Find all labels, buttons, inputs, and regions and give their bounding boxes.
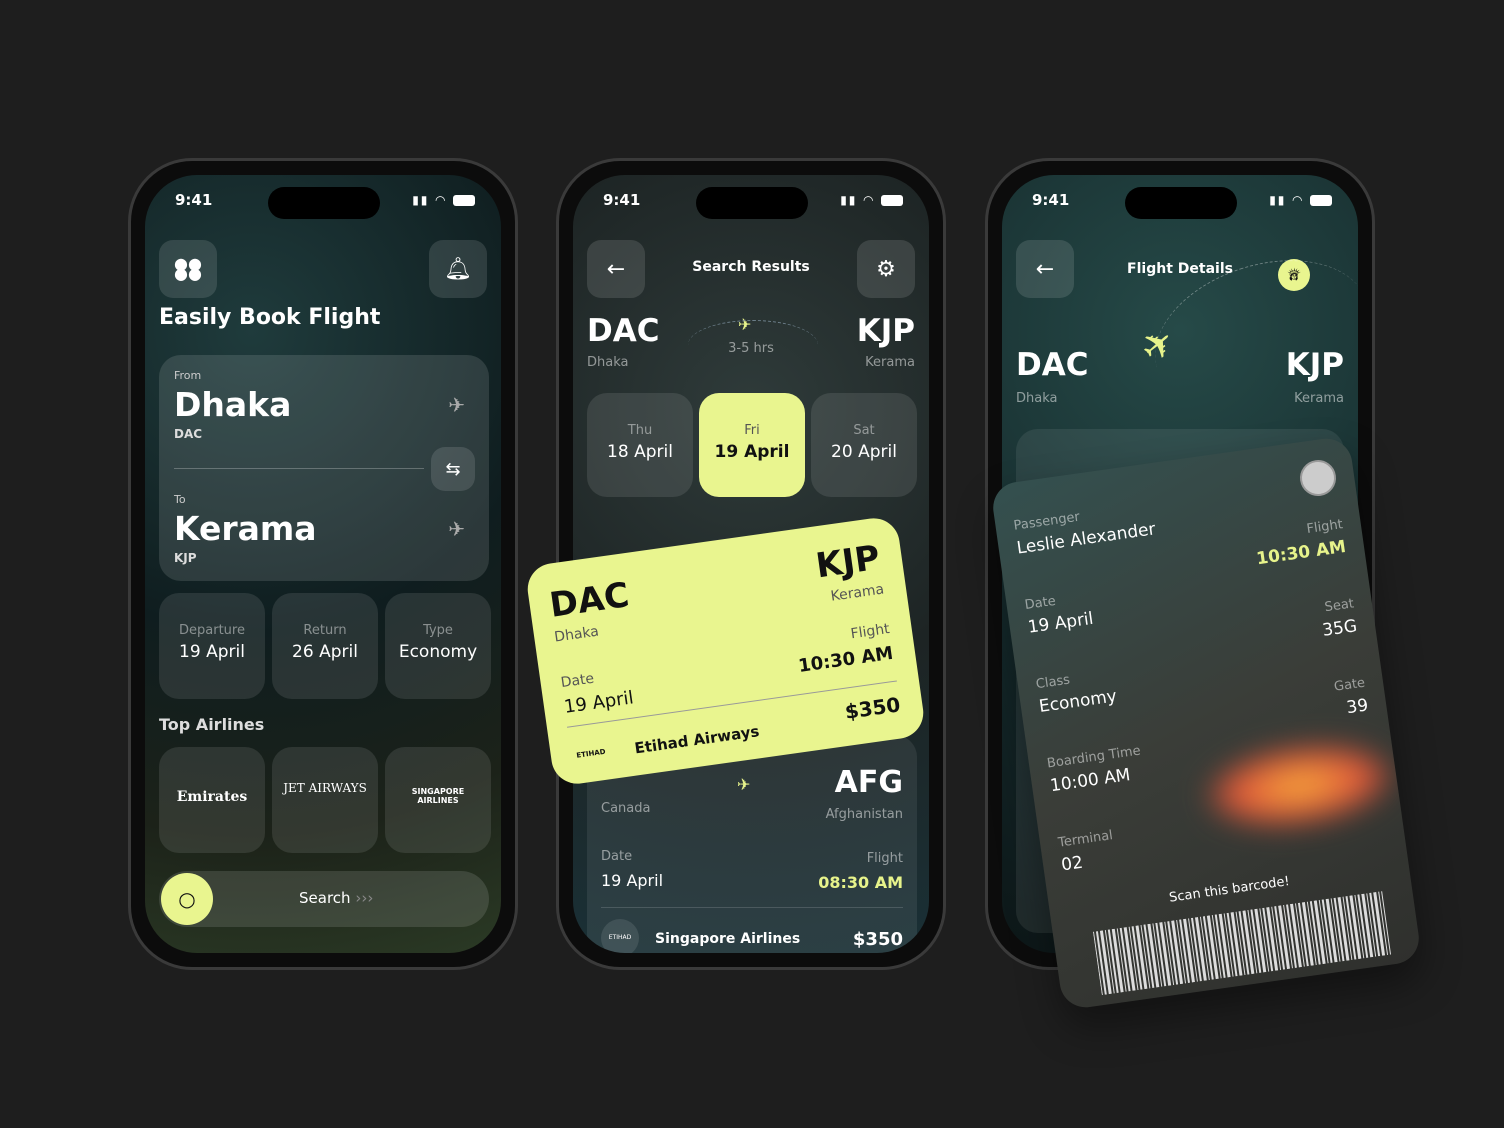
to-city: Afghanistan bbox=[825, 807, 903, 822]
airline-logo: ETIHAD bbox=[601, 919, 639, 953]
flight-label: Flight bbox=[866, 851, 903, 866]
date-value: 19 April bbox=[562, 687, 635, 718]
day-label: Sat bbox=[853, 423, 875, 438]
gate-label: Gate bbox=[1333, 675, 1367, 695]
flight-label: Flight bbox=[849, 621, 891, 643]
from-code: DAC bbox=[547, 575, 632, 626]
boarding-pass: Passenger Leslie Alexander Date 19 April… bbox=[989, 435, 1423, 1011]
departure-label: Departure bbox=[179, 623, 245, 638]
airline-logo-text: SINGAPORE AIRLINES bbox=[411, 787, 465, 805]
class-value: Economy bbox=[1037, 686, 1119, 717]
to-city: Kerama bbox=[1294, 391, 1344, 406]
airline-name: Etihad Airways bbox=[633, 722, 761, 758]
gear-icon: ⚙ bbox=[876, 256, 896, 282]
phone-home: 9:41 ▮▮ ◠ ●● ●● 🔔︎ Easily Book Flight From… bbox=[128, 158, 518, 970]
notification-button[interactable]: 🔔︎ bbox=[429, 240, 487, 298]
status-time: 9:41 bbox=[175, 191, 213, 209]
type-tile[interactable]: Type Economy bbox=[385, 593, 491, 699]
airline-logo-text: JET AIRWAYS bbox=[283, 781, 367, 795]
day-sat[interactable]: Sat 20 April bbox=[811, 393, 917, 497]
barcode-bar bbox=[1390, 891, 1392, 954]
bell-icon: 🔔︎ bbox=[444, 256, 472, 282]
from-city: Canada bbox=[601, 801, 651, 816]
date-value: 19 April bbox=[1026, 608, 1095, 638]
top-airlines-heading: Top Airlines bbox=[159, 715, 265, 734]
from-city[interactable]: Dhaka bbox=[174, 385, 291, 424]
status-time: 9:41 bbox=[1032, 191, 1070, 209]
day-date: 18 April bbox=[607, 442, 673, 462]
to-code: KJP bbox=[174, 551, 197, 565]
grid-dots-icon: ●● ●● bbox=[174, 254, 202, 283]
departure-value: 19 April bbox=[179, 642, 245, 662]
search-label: Search bbox=[299, 889, 351, 907]
date-label: Date bbox=[559, 670, 596, 692]
date-label: Date bbox=[601, 849, 633, 864]
date-value: 19 April bbox=[601, 871, 664, 890]
from-city: Dhaka bbox=[587, 355, 629, 370]
airline-jet-airways[interactable]: JET AIRWAYS bbox=[272, 747, 378, 853]
airline-singapore[interactable]: SINGAPORE AIRLINES bbox=[385, 747, 491, 853]
to-city[interactable]: Kerama bbox=[174, 509, 317, 548]
to-code: KJP bbox=[813, 537, 883, 587]
flight-label: Flight bbox=[1305, 517, 1344, 538]
return-tile[interactable]: Return 26 April bbox=[272, 593, 378, 699]
type-label: Type bbox=[423, 623, 453, 638]
type-value: Economy bbox=[398, 642, 478, 662]
from-city: Dhaka bbox=[1016, 391, 1058, 406]
to-city: Kerama bbox=[865, 355, 915, 370]
boarding-value: 10:00 AM bbox=[1048, 765, 1132, 797]
day-fri-selected[interactable]: Fri 19 April bbox=[699, 393, 805, 497]
from-label: From bbox=[174, 369, 202, 382]
plane-icon: ✈ bbox=[737, 775, 751, 794]
date-label: Date bbox=[1023, 593, 1057, 613]
airline-logo: ETIHAD bbox=[575, 747, 607, 760]
plane-landing-icon: ✈ bbox=[448, 393, 465, 417]
day-date: 19 April bbox=[714, 442, 790, 462]
gate-value: 39 bbox=[1345, 695, 1370, 719]
search-icon: ○ bbox=[161, 873, 213, 925]
chevrons-icon: ››› bbox=[355, 889, 374, 907]
flight-time: 10:30 AM bbox=[796, 642, 895, 677]
return-value: 26 April bbox=[292, 642, 358, 662]
return-label: Return bbox=[303, 623, 347, 638]
price: $350 bbox=[852, 929, 903, 950]
from-code: DAC bbox=[1016, 347, 1089, 383]
flight-time: 10:30 AM bbox=[1255, 536, 1348, 570]
airline-logo-text: Emirates bbox=[176, 789, 248, 805]
departure-tile[interactable]: Departure 19 April bbox=[159, 593, 265, 699]
terminal-label: Terminal bbox=[1057, 828, 1114, 851]
to-code: KJP bbox=[1285, 347, 1344, 383]
route-card: From Dhaka DAC ✈ ⇆ To Kerama KJP ✈ bbox=[159, 355, 489, 581]
plane-takeoff-icon: ✈ bbox=[448, 517, 465, 541]
status-time: 9:41 bbox=[603, 191, 641, 209]
settings-button[interactable]: ⚙ bbox=[857, 240, 915, 298]
day-label: Thu bbox=[627, 423, 653, 438]
swap-button[interactable]: ⇆ bbox=[431, 447, 475, 491]
page-title: Easily Book Flight bbox=[159, 305, 381, 330]
to-code: AFG bbox=[834, 765, 903, 800]
status-icons: ▮▮ ◠ bbox=[840, 193, 903, 207]
airline-emirates[interactable]: Emirates bbox=[159, 747, 265, 853]
seat-value: 35G bbox=[1321, 616, 1359, 641]
to-code: KJP bbox=[856, 313, 915, 349]
class-label: Class bbox=[1034, 672, 1071, 693]
from-code: DAC bbox=[174, 427, 203, 441]
search-button[interactable]: ○ Search ››› bbox=[159, 871, 489, 927]
status-icons: ▮▮ ◠ bbox=[1269, 193, 1332, 207]
status-icons: ▮▮ ◠ bbox=[412, 193, 475, 207]
avatar[interactable] bbox=[1297, 457, 1339, 499]
menu-button[interactable]: ●● ●● bbox=[159, 240, 217, 298]
day-thu[interactable]: Thu 18 April bbox=[587, 393, 693, 497]
to-label: To bbox=[174, 493, 186, 506]
swap-icon: ⇆ bbox=[445, 458, 461, 480]
day-label: Fri bbox=[744, 423, 760, 438]
seat-label: Seat bbox=[1323, 596, 1355, 616]
to-city: Kerama bbox=[829, 581, 886, 605]
flight-time: 08:30 AM bbox=[818, 873, 903, 892]
terminal-value: 02 bbox=[1060, 852, 1085, 876]
price: $350 bbox=[843, 692, 902, 724]
day-date: 20 April bbox=[831, 442, 897, 462]
from-city: Dhaka bbox=[553, 623, 600, 646]
airline-name: Singapore Airlines bbox=[655, 931, 801, 947]
